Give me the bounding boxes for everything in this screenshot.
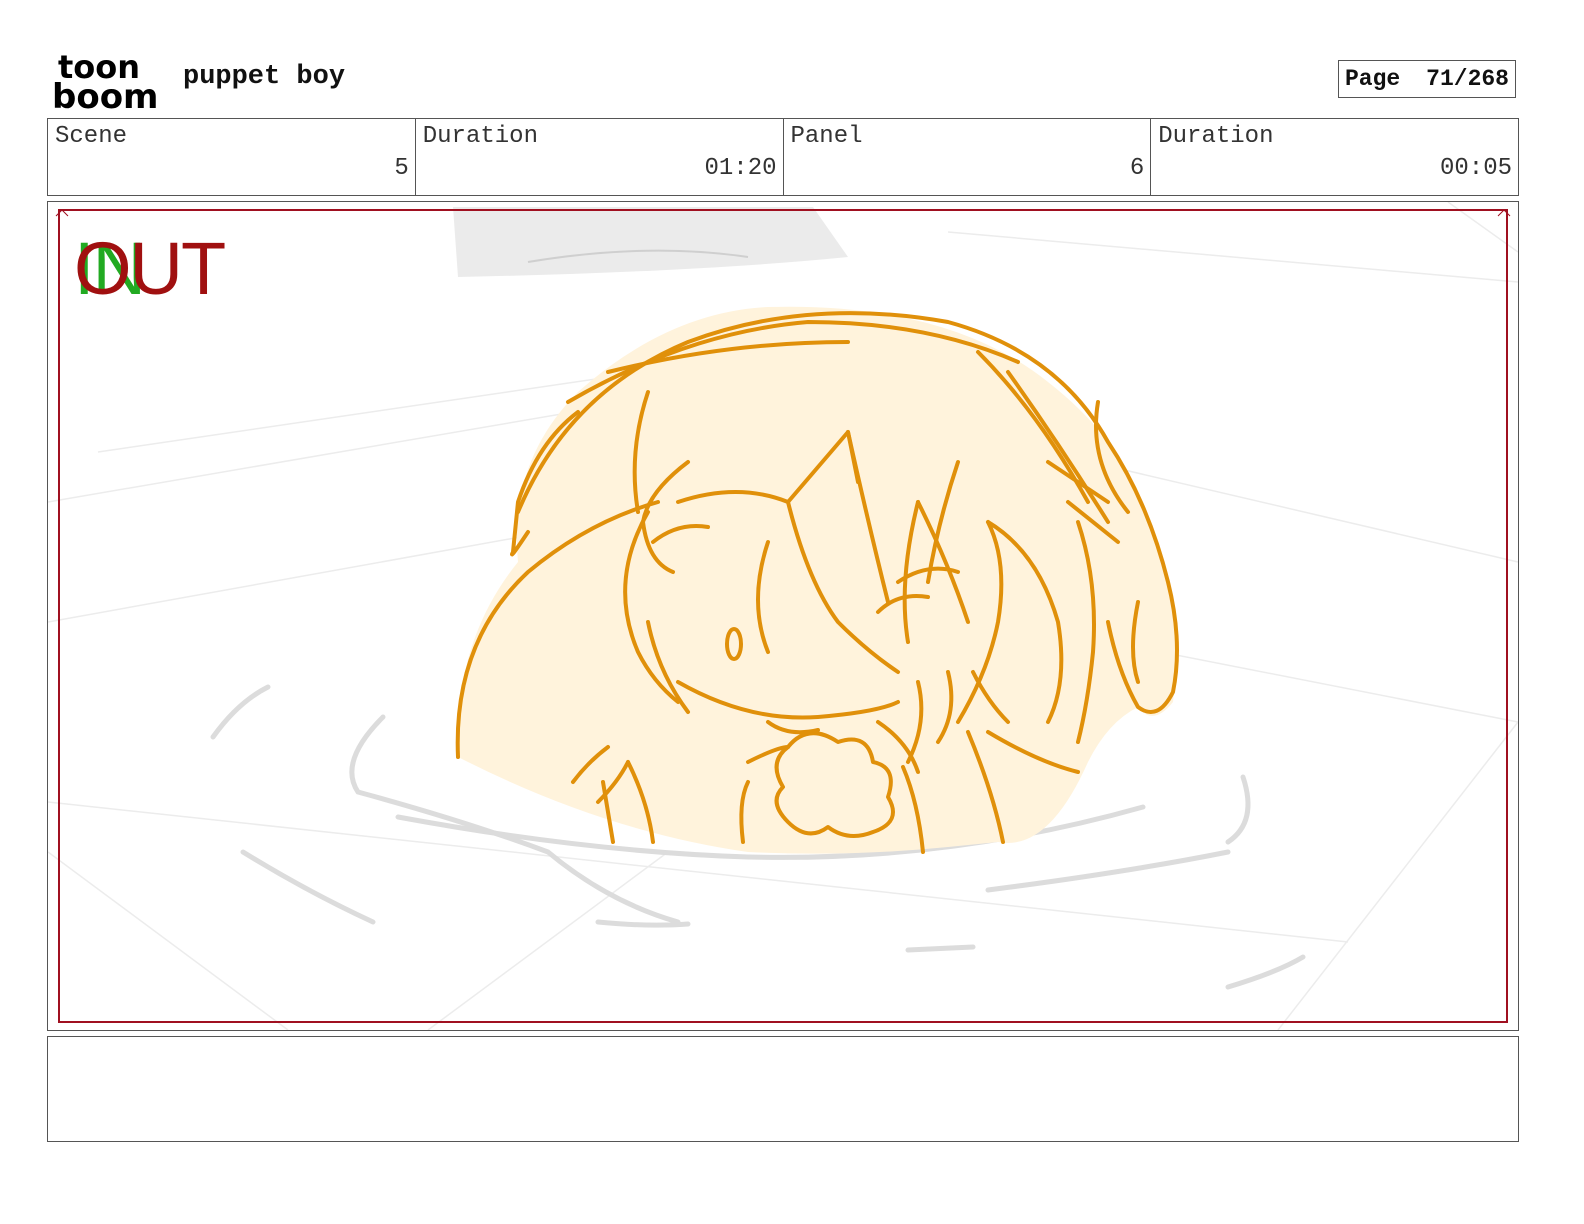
scene-duration-cell: Duration 01:20 — [414, 119, 783, 195]
page-indicator: Page 71/268 — [1338, 60, 1516, 98]
logo-text-bottom: boom — [52, 77, 158, 112]
project-title: puppet boy — [183, 62, 346, 92]
out-marker: OUT — [74, 227, 226, 310]
scene-duration-value: 01:20 — [704, 155, 777, 182]
panel-info-row: Scene 5 Duration 01:20 Panel 6 Duration … — [47, 118, 1519, 196]
scene-cell: Scene 5 — [48, 119, 415, 195]
panel-duration-cell: Duration 00:05 — [1150, 119, 1518, 195]
panel-notes-box[interactable] — [47, 1036, 1519, 1142]
previous-panel-ghost — [453, 207, 848, 277]
sketch-drawing — [48, 202, 1518, 1030]
scene-duration-label: Duration — [422, 123, 538, 150]
panel-label: Panel — [790, 123, 863, 150]
scene-value: 5 — [394, 155, 409, 182]
panel-duration-label: Duration — [1158, 123, 1274, 150]
panel-value: 6 — [1129, 155, 1145, 182]
panel-cell: Panel 6 — [782, 119, 1151, 195]
page-number: 71/268 — [1426, 66, 1509, 92]
scene-label: Scene — [55, 123, 128, 150]
toonboom-logo: toon boom — [52, 50, 158, 112]
storyboard-panel-image: IN OUT — [47, 201, 1519, 1031]
page-label: Page — [1345, 66, 1401, 92]
panel-duration-value: 00:05 — [1439, 155, 1512, 182]
